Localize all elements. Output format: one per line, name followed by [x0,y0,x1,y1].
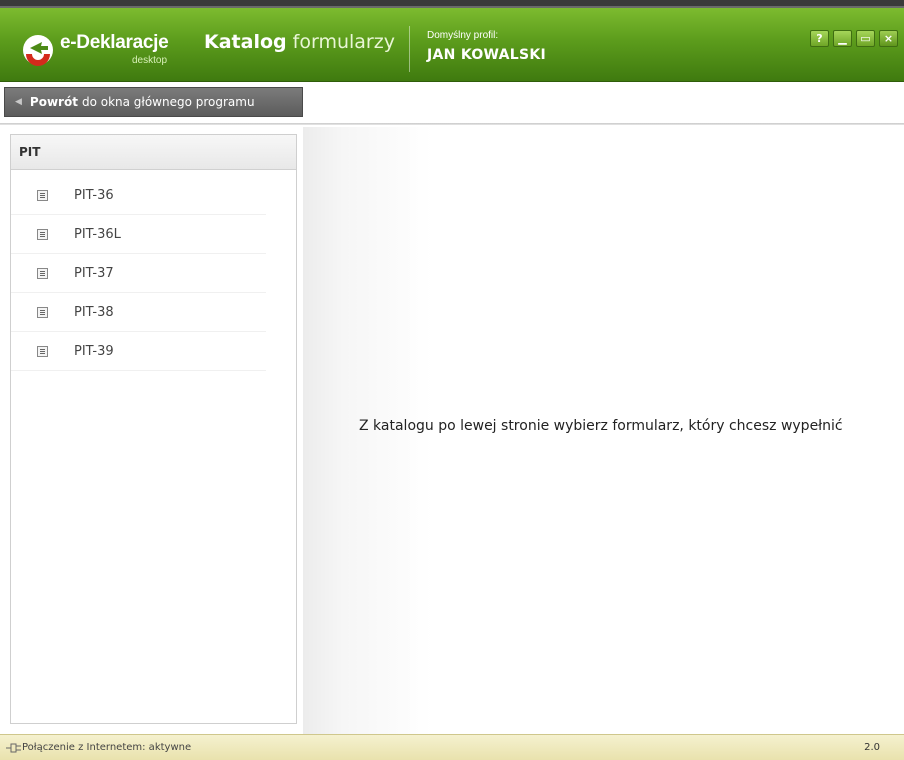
form-catalog-panel: PIT PIT-36 PIT-36L PIT-37 PIT-38 PIT-39 [10,134,297,724]
logo-text: e-Deklaracje [60,32,169,53]
document-icon [37,189,48,201]
connection-plug-icon [6,743,21,753]
page-title-rest: formularzy [292,31,395,53]
document-icon [37,345,48,357]
form-item-label: PIT-36 [74,187,114,203]
e-deklaracje-logo-icon [23,35,53,66]
back-to-main-button[interactable]: ◀ Powrót do okna głównego programu [4,87,303,117]
window-controls: ? ▁ ▭ × [810,30,898,47]
form-item-label: PIT-39 [74,343,114,359]
logo-subtitle: desktop [132,55,168,66]
document-icon [37,267,48,279]
form-item-label: PIT-37 [74,265,114,281]
form-item[interactable]: PIT-39 [11,332,266,371]
back-button-bold: Powrót [29,95,78,109]
page-title: Katalog formularzy [204,31,395,53]
status-bar: Połączenie z Internetem: aktywne 2.0 [0,734,904,760]
window-top-strip [0,0,904,8]
maximize-button[interactable]: ▭ [856,30,875,47]
profile-label: Domyślny profil: [427,30,499,41]
form-list: PIT-36 PIT-36L PIT-37 PIT-38 PIT-39 [11,170,296,371]
back-button-label: do okna głównego programu [81,95,255,109]
close-button[interactable]: × [879,30,898,47]
form-item-label: PIT-38 [74,304,114,320]
connection-status: Połączenie z Internetem: aktywne [22,742,192,753]
app-header: e-Deklaracje desktop Katalog formularzy … [0,8,904,82]
main-content-area: Z katalogu po lewej stronie wybierz form… [303,127,904,734]
header-divider [409,26,410,72]
profile-name[interactable]: JAN KOWALSKI [427,47,546,63]
form-item[interactable]: PIT-36L [11,215,266,254]
navigation-bar: ◀ Powrót do okna głównego programu [0,83,904,125]
catalog-group-header[interactable]: PIT [11,135,296,170]
document-icon [37,306,48,318]
page-title-bold: Katalog [204,31,287,53]
back-arrow-icon: ◀ [15,97,22,107]
form-item[interactable]: PIT-38 [11,293,266,332]
form-item[interactable]: PIT-36 [11,176,266,215]
help-button[interactable]: ? [810,30,829,47]
app-version: 2.0 [864,742,880,753]
minimize-button[interactable]: ▁ [833,30,852,47]
document-icon [37,228,48,240]
form-item[interactable]: PIT-37 [11,254,266,293]
app-logo: e-Deklaracje desktop [22,30,172,70]
form-item-label: PIT-36L [74,226,121,242]
instruction-message: Z katalogu po lewej stronie wybierz form… [359,418,843,434]
